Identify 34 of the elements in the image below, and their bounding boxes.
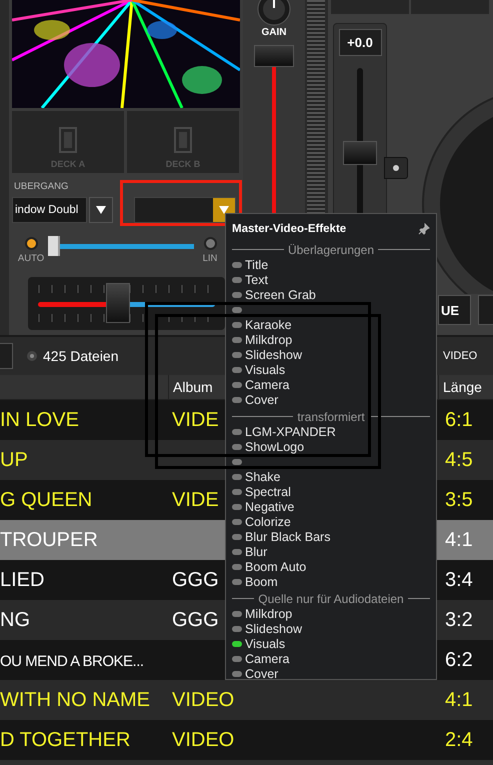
section-heading: transformiert	[297, 410, 365, 424]
gain-label: GAIN	[262, 27, 286, 38]
folder-path: VIDEO	[443, 350, 478, 362]
track-length: 3:5	[445, 488, 473, 510]
track-length: 6:1	[445, 408, 473, 430]
track-album: VIDEO	[172, 688, 234, 710]
track-length: 4:1	[445, 528, 473, 550]
track-title: LIED	[0, 568, 44, 590]
track-album: GGG	[172, 608, 219, 630]
transition-label: UBERGANG	[14, 181, 70, 192]
track-album: VIDE	[172, 488, 219, 510]
track-title: OU MEND A BROKE...	[0, 652, 144, 670]
track-title: WITH NO NAME	[0, 688, 150, 710]
track-title: D TOGETHER	[0, 728, 130, 750]
track-length: 4:5	[445, 448, 473, 470]
track-album: GGG	[172, 568, 219, 590]
track-title: TROUPER	[0, 528, 98, 550]
file-count: 425 Dateien	[43, 348, 119, 364]
track-length: 6:2	[445, 648, 473, 670]
menu-title: Master-Video-Effekte	[232, 223, 346, 235]
track-title: G QUEEN	[0, 488, 92, 510]
auto-label: AUTO	[18, 253, 44, 264]
track-title: IN LOVE	[0, 408, 79, 430]
track-title: UP	[0, 448, 28, 470]
track-album: VIDE	[172, 408, 219, 430]
track-length: 3:2	[445, 608, 473, 630]
track-album: VIDEO	[172, 728, 234, 750]
track-length: 3:4	[445, 568, 473, 590]
pitch-reading: +0.0	[338, 29, 382, 56]
track-title: NG	[0, 608, 30, 630]
section-heading: Überlagerungen	[288, 242, 374, 256]
track-length: 4:1	[445, 688, 473, 710]
track-length: 2:4	[445, 728, 473, 750]
link-label: LIN	[202, 253, 218, 264]
